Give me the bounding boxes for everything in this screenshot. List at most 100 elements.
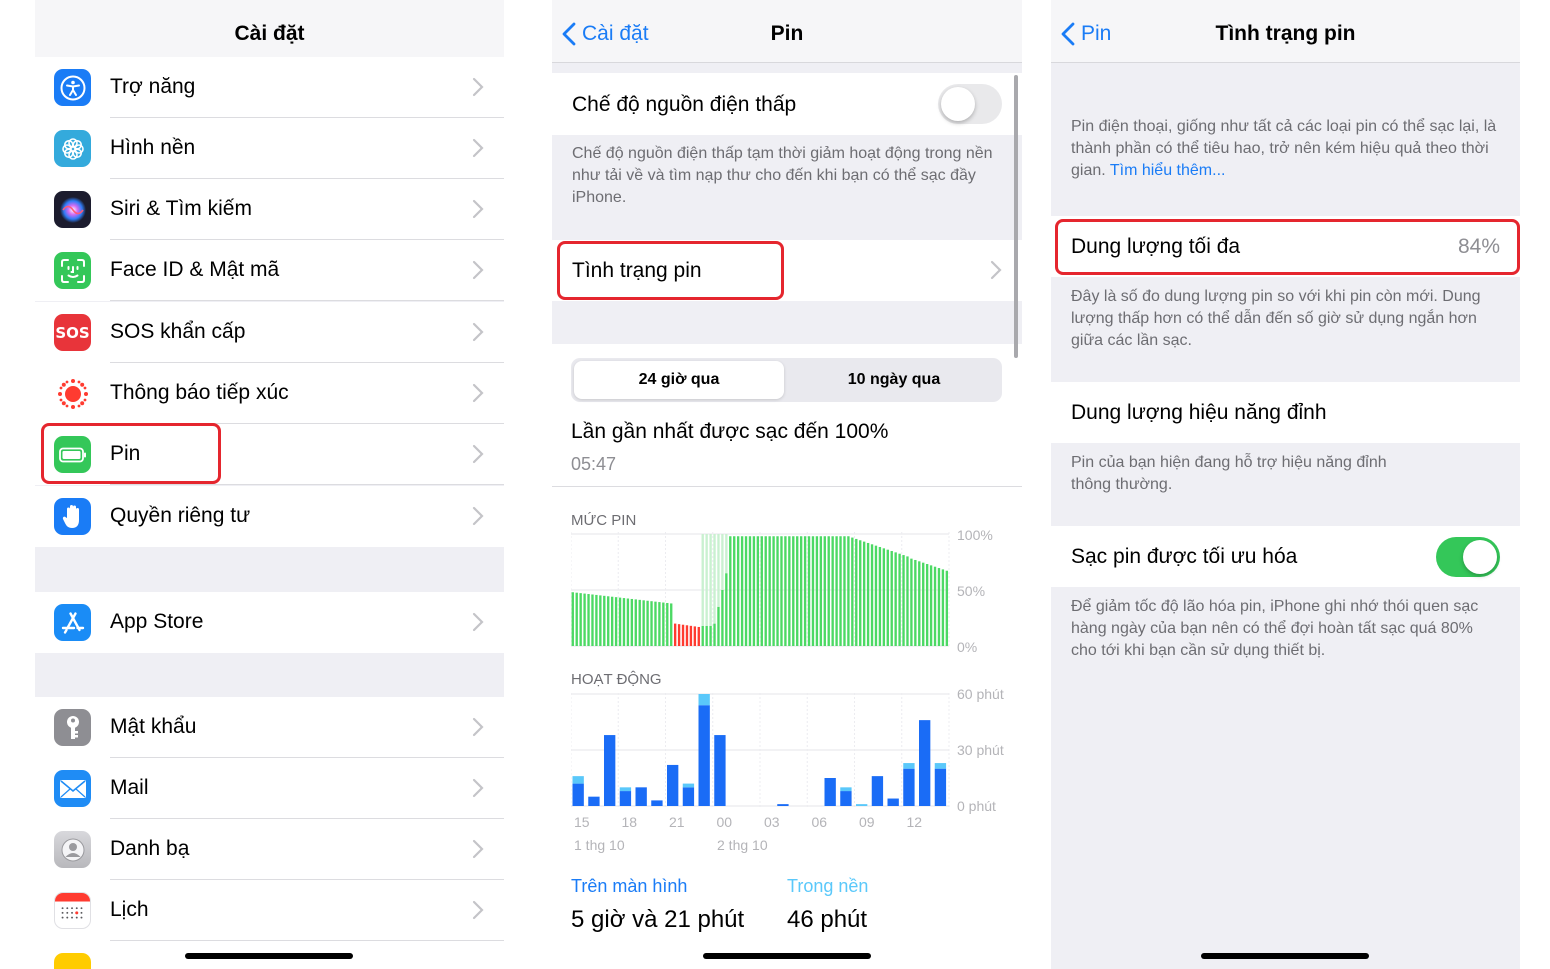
- hour-label: 06: [811, 814, 828, 830]
- wallpaper-icon: [54, 130, 91, 167]
- chevron-right-icon: [472, 199, 484, 219]
- settings-row-label: Lịch: [110, 898, 149, 921]
- usage-section: 24 giờ qua 10 ngày qua Lần gần nhất được…: [552, 344, 1022, 969]
- activity-tick-0: 0 phút: [957, 798, 996, 814]
- settings-row-label: Thông báo tiếp xúc: [110, 381, 289, 404]
- settings-row-passwords[interactable]: Mật khẩu: [35, 697, 504, 758]
- settings-row-privacy[interactable]: Quyền riêng tư: [35, 486, 504, 547]
- hour-label: 12: [906, 814, 923, 830]
- peak-performance-label: Dung lượng hiệu năng đỉnh: [1071, 401, 1327, 424]
- settings-row-label: SOS khẩn cấp: [110, 320, 246, 343]
- activity-chart: [571, 693, 950, 807]
- settings-row-mail[interactable]: Mail: [35, 758, 504, 819]
- chevron-right-icon: [990, 260, 1002, 280]
- battery-level-label: MỨC PIN: [571, 512, 637, 529]
- accessibility-icon: [54, 69, 91, 106]
- scrollbar[interactable]: [1014, 75, 1018, 358]
- mail-icon: [54, 770, 91, 807]
- settings-row-label: Face ID & Mật mã: [110, 258, 280, 281]
- time-range-segmented-control: 24 giờ qua 10 ngày qua: [571, 358, 1002, 402]
- low-power-label: Chế độ nguồn điện thấp: [572, 93, 797, 116]
- settings-row-face-id[interactable]: Face ID & Mật mã: [35, 240, 504, 301]
- battery-level-chart: [571, 532, 950, 647]
- hour-label: 15: [574, 814, 590, 830]
- battery-navbar: Cài đặt Pin: [552, 0, 1022, 63]
- learn-more-link[interactable]: Tìm hiểu thêm...: [1110, 162, 1226, 179]
- low-power-toggle[interactable]: [938, 84, 1002, 124]
- segment-24h[interactable]: 24 giờ qua: [574, 371, 784, 389]
- max-capacity-description: Đây là số đo dung lượng pin so với khi p…: [1071, 288, 1481, 349]
- key-icon: [54, 709, 91, 746]
- highlight-max-capacity: [1055, 219, 1520, 275]
- settings-row-label: Hình nền: [110, 136, 196, 159]
- settings-row-siri[interactable]: Siri & Tìm kiếm: [35, 179, 504, 240]
- settings-row-wallpaper[interactable]: Hình nền: [35, 118, 504, 179]
- page-title: Tình trạng pin: [1215, 22, 1356, 45]
- segment-10d[interactable]: 10 ngày qua: [789, 371, 999, 389]
- settings-row-accessibility[interactable]: Trợ năng: [35, 57, 504, 118]
- chevron-right-icon: [472, 717, 484, 737]
- optimized-charging-row: Sạc pin được tối ưu hóa: [1051, 526, 1520, 587]
- date-label-1: 1 thg 10: [574, 837, 625, 853]
- background-label: Trong nền: [787, 876, 869, 896]
- hour-label: 21: [669, 814, 685, 830]
- settings-navbar: Cài đặt: [35, 0, 504, 63]
- privacy-hand-icon: [54, 498, 91, 535]
- settings-row-calendar[interactable]: Lịch: [35, 880, 504, 941]
- last-charged-label: Lần gần nhất được sạc đến 100%: [571, 420, 889, 443]
- optimized-charging-description: Để giảm tốc độ lão hóa pin, iPhone ghi n…: [1071, 598, 1479, 659]
- chevron-right-icon: [472, 322, 484, 342]
- home-indicator: [703, 953, 871, 959]
- battery-health-panel: Pin Tình trạng pin Pin điện thoại, giống…: [1051, 0, 1520, 969]
- activity-tick-30: 30 phút: [957, 742, 1004, 758]
- low-power-description: Chế độ nguồn điện thấp tạm thời giảm hoạ…: [572, 145, 993, 206]
- calendar-icon: [54, 892, 91, 929]
- level-tick-50: 50%: [957, 583, 986, 599]
- sos-icon-text: SOS: [55, 323, 90, 342]
- chevron-right-icon: [472, 839, 484, 859]
- settings-row-emergency-sos[interactable]: SOS SOS khẩn cấp: [35, 302, 504, 363]
- settings-panel: Cài đặt Trợ năng Hình nền Siri & Tìm kiế…: [35, 0, 504, 969]
- optimized-charging-toggle[interactable]: [1436, 537, 1500, 577]
- activity-label: HOẠT ĐỘNG: [571, 671, 662, 688]
- activity-tick-60: 60 phút: [957, 686, 1004, 702]
- battery-health-navbar: Pin Tình trạng pin: [1051, 0, 1520, 63]
- chevron-right-icon: [472, 444, 484, 464]
- hour-label: 03: [764, 814, 780, 830]
- home-indicator: [185, 953, 353, 959]
- battery-panel: Cài đặt Pin Chế độ nguồn điện thấp Chế đ…: [552, 0, 1022, 969]
- settings-row-label: Mật khẩu: [110, 715, 197, 738]
- settings-row-label: Siri & Tìm kiếm: [110, 197, 252, 220]
- background-value: 46 phút: [787, 906, 868, 933]
- screen-on-value: 5 giờ và 21 phút: [571, 906, 745, 933]
- page-title: Pin: [770, 22, 804, 45]
- hour-label: 09: [859, 814, 875, 830]
- hour-label: 00: [716, 814, 733, 830]
- settings-row-label: Danh bạ: [110, 837, 190, 860]
- settings-row-contacts[interactable]: Danh bạ: [35, 819, 504, 880]
- optimized-charging-label: Sạc pin được tối ưu hóa: [1071, 545, 1298, 568]
- level-tick-0: 0%: [957, 639, 978, 655]
- siri-icon: [54, 191, 91, 228]
- sos-icon: SOS: [54, 314, 91, 351]
- settings-row-label: Trợ năng: [110, 75, 196, 98]
- settings-row-label: Quyền riêng tư: [110, 504, 251, 527]
- exposure-icon: [54, 375, 91, 412]
- peak-performance-description: Pin của bạn hiện đang hỗ trợ hiệu năng đ…: [1071, 454, 1387, 493]
- settings-row-app-store[interactable]: App Store: [35, 592, 504, 653]
- intro-text: Pin điện thoại, giống như tất cả các loạ…: [1071, 116, 1501, 182]
- last-charged-time: 05:47: [571, 454, 617, 474]
- highlight-battery-row: [41, 423, 221, 484]
- chevron-right-icon: [472, 138, 484, 158]
- page-title: Cài đặt: [234, 22, 305, 45]
- settings-row-label: Mail: [110, 776, 149, 799]
- level-tick-100: 100%: [957, 527, 993, 543]
- chevron-right-icon: [472, 506, 484, 526]
- settings-row-label: App Store: [110, 610, 204, 633]
- settings-row-exposure-notifications[interactable]: Thông báo tiếp xúc: [35, 363, 504, 424]
- date-label-2: 2 thg 10: [717, 837, 768, 853]
- low-power-row: Chế độ nguồn điện thấp: [552, 73, 1022, 135]
- face-id-icon: [54, 252, 91, 289]
- home-indicator: [1201, 953, 1369, 959]
- chevron-right-icon: [472, 612, 484, 632]
